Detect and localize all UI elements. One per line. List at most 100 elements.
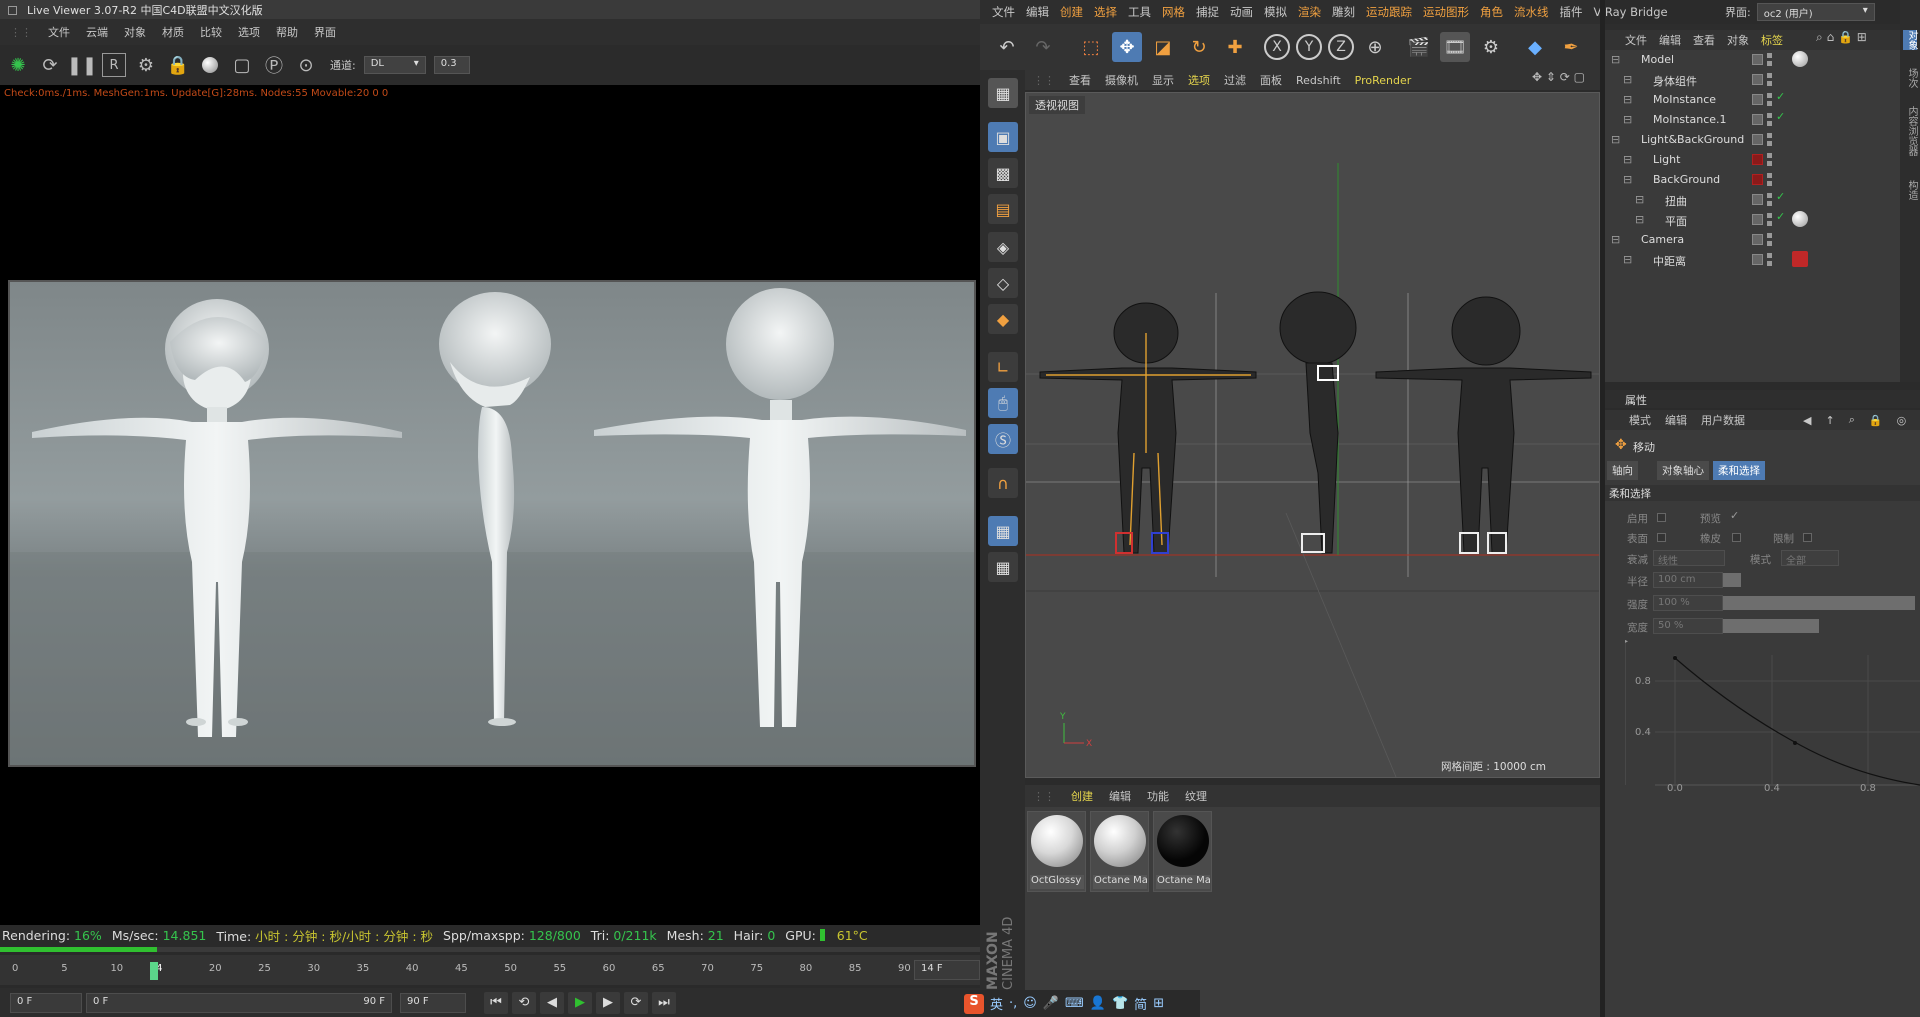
render-settings-icon[interactable]: ⚙ [1476,32,1506,62]
tab-object-axis[interactable]: 对象轴心 [1657,461,1709,480]
pan-view-icon[interactable]: ✥ [1532,70,1542,84]
enabled-check-icon[interactable]: ✓ [1776,90,1785,103]
viewport-menu-item[interactable]: Redshift [1296,74,1341,87]
material-menu-item[interactable]: 功能 [1147,788,1169,804]
layer-box-icon[interactable] [1752,234,1763,245]
c4d-menu-item[interactable]: 模拟 [1264,4,1287,20]
width-slider[interactable] [1723,619,1819,633]
recent-tool-icon[interactable]: ✚ [1220,32,1250,62]
ime-english-mode[interactable]: 英 [990,994,1003,1013]
rotate-view-icon[interactable]: ⟳ [1560,70,1570,84]
render-picture-viewer-icon[interactable]: 🎞 [1440,32,1470,62]
c4d-menu-item[interactable]: 编辑 [1026,4,1049,20]
visibility-dots-icon[interactable] [1767,173,1772,186]
tree-toggle-icon[interactable]: ⊟ [1623,73,1632,86]
frame-icon[interactable]: ▢ [230,53,254,77]
dolly-view-icon[interactable]: ⇕ [1546,70,1556,84]
c4d-menu-item[interactable]: 运动跟踪 [1366,4,1412,20]
layer-box-icon[interactable] [1752,174,1763,185]
radius-slider[interactable] [1723,573,1741,587]
pen-spline-icon[interactable]: ✒ [1556,32,1586,62]
material-tag-icon[interactable] [1792,51,1808,67]
move-tool-icon[interactable]: ✥ [1112,32,1142,62]
visibility-dots-icon[interactable] [1767,93,1772,106]
undo-icon[interactable]: ↶ [992,32,1022,62]
new-window-icon[interactable]: ⊞ [1857,30,1867,44]
sogou-logo-icon[interactable]: S [964,993,984,1014]
material-ball-icon[interactable] [198,53,222,77]
emoji-icon[interactable]: ☺ [1023,996,1037,1011]
snap-magnet-icon[interactable]: ∩ [988,468,1018,498]
object-menu-item[interactable]: 标签 [1761,32,1783,48]
object-row[interactable]: ⊟ MoInstance.1 ✓ [1605,110,1900,129]
strength-field[interactable]: 100 % [1653,595,1723,611]
rubber-checkbox[interactable] [1732,533,1741,542]
material-tag-icon[interactable] [1792,211,1808,227]
object-menu-item[interactable]: 查看 [1693,32,1715,48]
object-row[interactable]: ⊟ 扭曲 ✓ [1605,190,1900,209]
layer-box-icon[interactable] [1752,214,1763,225]
target-icon[interactable]: ◎ [1897,414,1907,427]
search-icon[interactable]: ⌕ [1816,30,1823,44]
make-editable-icon[interactable]: ▦ [988,78,1018,108]
layer-box-icon[interactable] [1752,74,1763,85]
visibility-dots-icon[interactable] [1767,113,1772,126]
viewport-menu-item[interactable]: 选项 [1188,72,1210,88]
viewport-menu-item[interactable]: 过滤 [1224,72,1246,88]
channel-dropdown[interactable]: DL ▾ [363,56,426,74]
rotate-tool-icon[interactable]: ↻ [1184,32,1214,62]
surface-checkbox[interactable] [1657,533,1666,542]
punctuation-icon[interactable]: ·, [1009,996,1017,1011]
layer-box-icon[interactable] [1752,134,1763,145]
perspective-viewport[interactable]: 透视视图 Y X 网格间距: 10000 cm [1025,92,1600,778]
attr-menu-userdata[interactable]: 用户数据 [1701,412,1745,428]
c4d-menu-item[interactable]: 文件 [992,4,1015,20]
c4d-menu-item[interactable]: 流水线 [1514,4,1549,20]
object-row[interactable]: ⊟ 身体组件 [1605,70,1900,89]
tree-toggle-icon[interactable]: ⊟ [1623,93,1632,106]
frame-range-slider[interactable]: 0 F 90 F [86,992,392,1013]
visibility-dots-icon[interactable] [1767,233,1772,246]
layer-box-icon[interactable] [1752,154,1763,165]
c4d-menu-item[interactable]: 插件 [1560,4,1583,20]
region-render-icon[interactable]: R [102,53,126,77]
play-icon[interactable]: ▶ [568,991,592,1014]
ime-simplified[interactable]: 简 [1134,994,1147,1013]
viewport-menu-item[interactable]: 摄像机 [1105,72,1138,88]
next-key-icon[interactable]: ⟳ [624,991,648,1014]
tree-toggle-icon[interactable]: ⊟ [1635,193,1644,206]
material-swatch[interactable]: Octane Ma [1153,811,1212,892]
channel-value-stepper[interactable]: 0.3 [433,56,470,74]
right-tab[interactable]: 内容浏览器 [1903,106,1917,156]
viewport-menu-item[interactable]: 显示 [1152,72,1174,88]
enable-checkbox[interactable] [1657,513,1666,522]
material-menu-item[interactable]: 创建 [1071,788,1093,804]
c4d-menu-item[interactable]: 选择 [1094,4,1117,20]
object-row[interactable]: ⊟ Camera [1605,230,1900,249]
c4d-menu-item[interactable]: 角色 [1480,4,1503,20]
go-to-start-icon[interactable]: ⏮ [484,991,508,1014]
falloff-curve-graph[interactable]: ▸ 0.8 0.4 0.0 0.4 0.8 [1623,636,1920,800]
enabled-check-icon[interactable]: ✓ [1776,210,1785,223]
axis-mode-icon[interactable]: ∟ [988,352,1018,382]
visibility-dots-icon[interactable] [1767,253,1772,266]
object-row[interactable]: ⊟ BackGround [1605,170,1900,189]
lv-menu-help[interactable]: 帮助 [276,24,298,40]
keyboard-icon[interactable]: ⌨ [1065,996,1084,1011]
window-menu-icon[interactable] [8,6,17,15]
material-swatch[interactable]: Octane Ma [1090,811,1149,892]
tree-toggle-icon[interactable]: ⊟ [1611,233,1620,246]
right-tab[interactable]: 场次 [1903,68,1917,88]
layer-box-icon[interactable] [1752,94,1763,105]
layer-box-icon[interactable] [1752,254,1763,265]
lock-workplane-icon[interactable]: ▦ [988,516,1018,546]
enabled-check-icon[interactable]: ✓ [1776,190,1785,203]
camera-tag-icon[interactable] [1792,251,1808,267]
layout-dropdown[interactable]: oc2 (用户) ▾ [1756,3,1875,21]
live-selection-icon[interactable]: ⬚ [1076,32,1106,62]
prev-frame-icon[interactable]: ◀ [540,991,564,1014]
material-menu-item[interactable]: 编辑 [1109,788,1131,804]
lv-menu-layout[interactable]: 界面 [314,24,336,40]
tree-toggle-icon[interactable]: ⊟ [1611,133,1620,146]
lv-menu-options[interactable]: 选项 [238,24,260,40]
